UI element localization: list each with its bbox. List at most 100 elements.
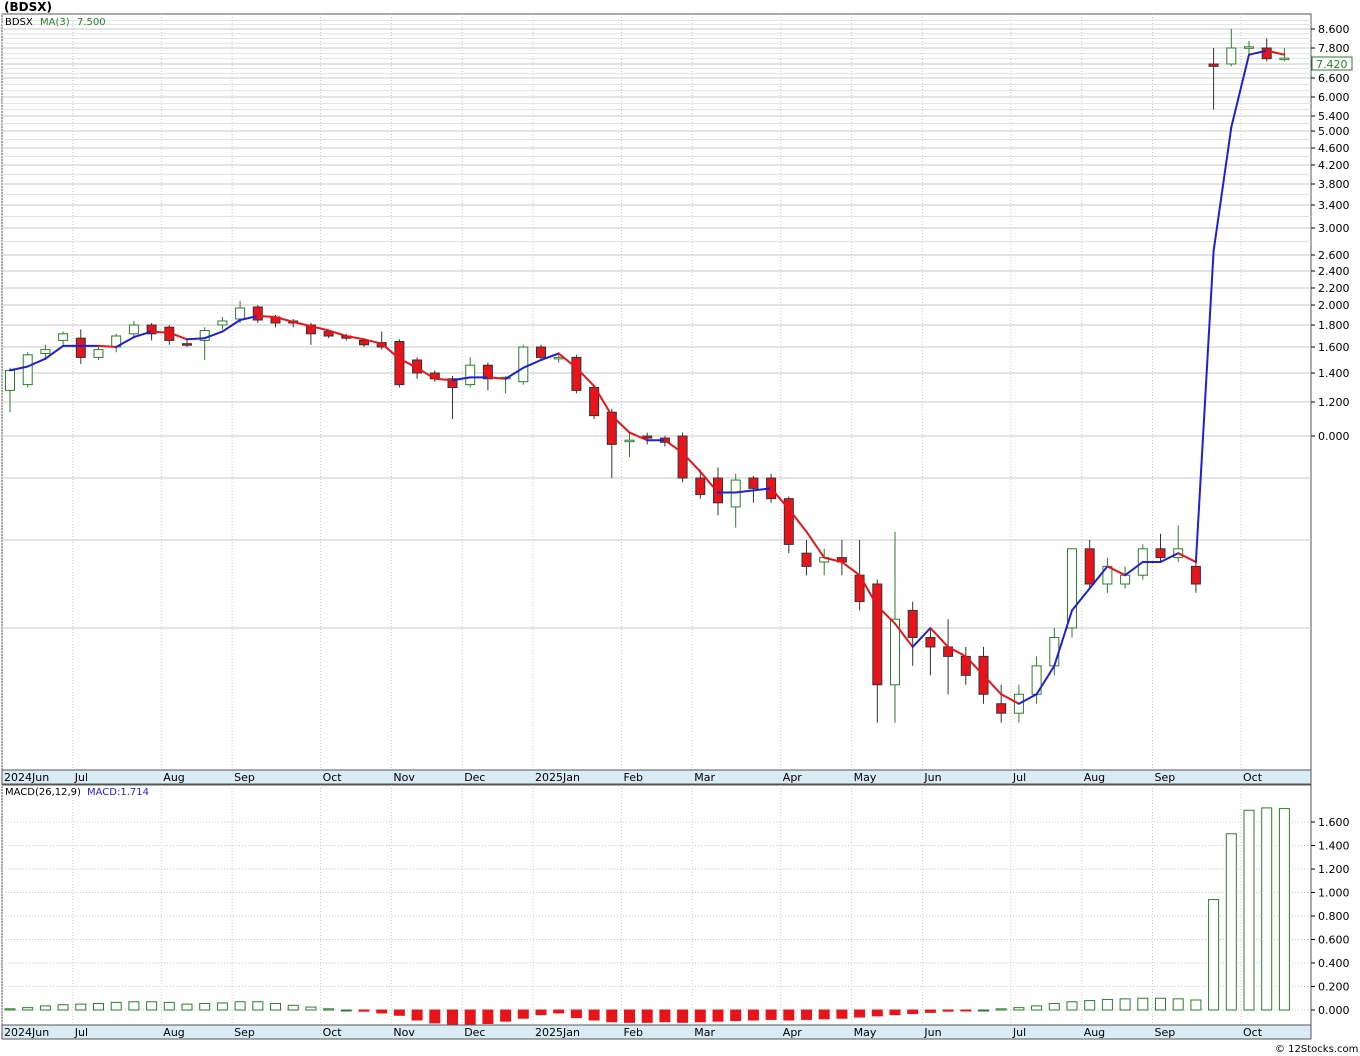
macd-bar <box>110 1001 122 1011</box>
candle-body <box>235 307 246 320</box>
price-x-tick-label: Jul <box>74 771 88 784</box>
macd-bar <box>1225 833 1237 1011</box>
macd-y-tick-label: 1.000 <box>1318 887 1350 900</box>
macd-bar <box>712 1009 724 1022</box>
macd-bar <box>429 1009 441 1024</box>
price-x-tick-label: Nov <box>393 771 415 784</box>
price-y-tick-label: 7.800 <box>1318 42 1350 55</box>
candle-body <box>1049 636 1060 667</box>
candle-body <box>58 333 69 341</box>
price-y-tick-label: 3.800 <box>1318 178 1350 191</box>
macd-x-tick-label: Jul <box>74 1026 88 1039</box>
macd-bar <box>1243 809 1255 1011</box>
candle-body <box>217 320 228 326</box>
price-y-tick-label: 4.600 <box>1318 142 1350 155</box>
last-price-label: 7.420 <box>1316 58 1348 71</box>
candle-body <box>553 356 564 360</box>
macd-bar <box>93 1003 104 1011</box>
macd-bar <box>1048 1003 1060 1011</box>
macd-bar <box>199 1003 211 1011</box>
macd-x-axis-band <box>1 1024 1312 1040</box>
candle-body <box>1244 46 1254 49</box>
macd-bar <box>163 1001 175 1011</box>
macd-plot-frame <box>1 784 1312 1026</box>
candle-body <box>1226 47 1237 65</box>
macd-x-tick-label: Nov <box>393 1026 415 1039</box>
price-y-tick-label: 2.400 <box>1318 265 1350 278</box>
macd-bar <box>376 1009 388 1014</box>
candle-body <box>5 369 15 391</box>
macd-bar <box>146 1001 158 1011</box>
candle-body <box>713 477 723 504</box>
macd-bar <box>942 1009 954 1012</box>
candle-body <box>1261 47 1272 60</box>
ma-segment <box>150 330 171 334</box>
price-y-tick-label: 8.600 <box>1318 23 1350 36</box>
macd-bar <box>1066 1001 1078 1011</box>
macd-bar <box>181 1003 193 1011</box>
macd-bar <box>75 1003 87 1011</box>
macd-x-tick-label: Oct <box>1243 1026 1263 1039</box>
candle-body <box>695 477 706 496</box>
macd-bar <box>1084 1000 1096 1011</box>
candle-body <box>1084 548 1095 585</box>
price-y-tick-label: 5.400 <box>1318 110 1350 123</box>
macd-bar <box>358 1009 370 1012</box>
macd-panel: 1.600 1.400 1.200 1.000 0.800 0.600 0.400 0.200… <box>1 784 1350 1040</box>
macd-y-tick-label: 0.400 <box>1318 957 1350 970</box>
candle-body <box>465 364 476 386</box>
macd-bar <box>677 1009 689 1023</box>
price-plot-frame <box>1 13 1312 771</box>
price-x-tick-label: Oct <box>1243 771 1263 784</box>
macd-bar <box>924 1009 936 1013</box>
candle-body <box>252 306 263 321</box>
macd-bar <box>482 1009 494 1025</box>
macd-x-tick-label: Aug <box>163 1026 184 1039</box>
macd-bar <box>234 1001 246 1011</box>
ma-segment <box>186 337 206 341</box>
macd-bar <box>1261 807 1273 1011</box>
candle-body <box>518 346 529 383</box>
candle-body <box>801 552 812 567</box>
price-y-tick-label: 5.000 <box>1318 125 1350 138</box>
price-y-tick-label: 6.000 <box>1318 91 1350 104</box>
macd-legend-label: MACD(26,12,9) <box>5 787 81 798</box>
macd-bar <box>995 1008 1007 1011</box>
macd-bar <box>801 1009 812 1020</box>
macd-bar <box>411 1009 423 1021</box>
macd-bar <box>907 1009 919 1015</box>
price-x-tick-label: Jun <box>923 771 941 784</box>
candle-body <box>1067 548 1077 629</box>
macd-bar <box>287 1004 299 1011</box>
price-x-tick-label: Dec <box>464 771 485 784</box>
ma-segment <box>256 315 277 318</box>
price-x-tick-label: Aug <box>163 771 184 784</box>
price-y-tick-label: 1.800 <box>1318 319 1350 332</box>
macd-bar <box>57 1004 69 1011</box>
macd-bar <box>783 1009 795 1021</box>
macd-bar <box>978 1009 989 1012</box>
price-x-tick-label: Oct <box>323 771 343 784</box>
macd-x-tick-label: Mar <box>694 1026 715 1039</box>
candle-body <box>75 337 86 358</box>
candle-body <box>996 703 1007 714</box>
macd-bar <box>606 1009 618 1023</box>
macd-bar <box>1172 998 1184 1011</box>
price-x-tick-label: Feb <box>624 771 643 784</box>
legend-ma-value: 7.500 <box>77 17 106 28</box>
macd-y-tick-label: 1.200 <box>1318 863 1350 876</box>
price-y-tick-label: 1.400 <box>1318 367 1350 380</box>
macd-bar <box>659 1009 671 1023</box>
macd-bar <box>464 1009 476 1025</box>
macd-bar <box>1031 1005 1043 1011</box>
macd-bar <box>4 1008 16 1011</box>
macd-y-tick-label: 1.600 <box>1318 816 1350 829</box>
macd-bar <box>889 1009 901 1016</box>
price-x-tick-label: Sep <box>234 771 255 784</box>
macd-bar <box>128 1001 140 1011</box>
macd-bar <box>588 1009 600 1021</box>
macd-x-tick-label: Dec <box>464 1026 485 1039</box>
macd-x-tick-label: Feb <box>624 1026 643 1039</box>
macd-bar <box>765 1009 777 1020</box>
price-y-tick-label: 2.600 <box>1318 249 1350 262</box>
